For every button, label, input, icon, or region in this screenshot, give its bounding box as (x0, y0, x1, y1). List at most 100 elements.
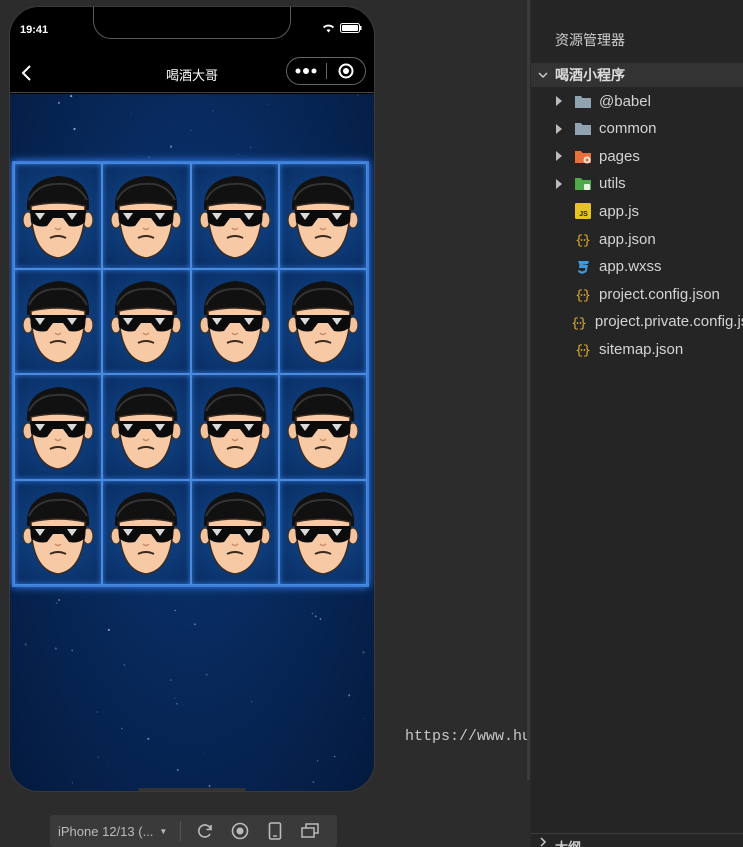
grid-tile[interactable] (102, 479, 191, 585)
file-tree-label: project.config.json (599, 285, 720, 303)
svg-text:{}: {} (575, 343, 591, 357)
file-tree-label: app.js (599, 202, 640, 220)
sunglasses-guy-icon (287, 386, 359, 470)
grid-tile[interactable] (102, 163, 191, 269)
panel-splitter[interactable] (527, 0, 530, 780)
file-tree-item[interactable]: utils (531, 171, 743, 197)
sunglasses-guy-icon (287, 281, 359, 365)
file-tree-item[interactable]: @babel (531, 88, 743, 114)
sunglasses-guy-icon (110, 175, 182, 259)
sunglasses-guy-icon (110, 386, 182, 470)
grid-tile[interactable] (102, 374, 191, 480)
multi-window-button[interactable] (292, 815, 327, 847)
tile-grid (12, 161, 369, 587)
sunglasses-guy-icon (22, 492, 94, 576)
grid-tile[interactable] (278, 374, 367, 480)
grid-tile[interactable] (278, 268, 367, 374)
file-tree-label: @babel (599, 92, 651, 110)
more-dots-icon (295, 68, 317, 74)
sunglasses-guy-icon (22, 386, 94, 470)
target-circle-icon (338, 63, 354, 79)
grid-tile[interactable] (14, 479, 103, 585)
simulator-toolbar: iPhone 12/13 (... ▼ (50, 815, 337, 847)
file-tree-label: project.private.config.json (594, 313, 743, 331)
sunglasses-guy-icon (199, 492, 271, 576)
stop-button[interactable] (222, 815, 257, 847)
battery-icon (340, 23, 362, 33)
chevron-down-icon (531, 69, 555, 81)
sunglasses-guy-icon (22, 281, 94, 365)
project-root[interactable]: 喝酒小程序 (531, 63, 743, 87)
file-tree-item[interactable]: {} project.config.json (531, 281, 743, 307)
file-tree-label: app.wxss (599, 258, 662, 276)
svg-text:{}: {} (575, 288, 591, 302)
js-file-icon: JS (573, 202, 593, 220)
file-tree-label: sitemap.json (599, 340, 684, 358)
rotate-button[interactable] (187, 815, 222, 847)
rotate-icon (197, 824, 212, 838)
svg-text:JS: JS (579, 211, 588, 218)
caret-down-icon: ▼ (159, 826, 168, 836)
close-program-button[interactable] (326, 58, 365, 84)
status-icons (322, 23, 362, 33)
grid-tile[interactable] (278, 479, 367, 585)
grid-tile[interactable] (14, 163, 103, 269)
wifi-icon (323, 24, 334, 33)
sunglasses-guy-icon (22, 175, 94, 259)
outline-label: 大纲 (555, 837, 581, 847)
folder-icon (573, 120, 593, 138)
grid-tile[interactable] (190, 268, 279, 374)
grid-tile[interactable] (102, 268, 191, 374)
game-content (10, 94, 374, 791)
json-file-icon: {} (573, 340, 593, 358)
home-indicator (138, 788, 246, 791)
svg-text:{}: {} (571, 316, 587, 330)
outline-section[interactable]: 大纲 (531, 833, 743, 847)
device-select[interactable]: iPhone 12/13 (... ▼ (50, 824, 180, 839)
phone-mode-button[interactable] (257, 815, 292, 847)
file-tree-label: common (599, 120, 657, 138)
stop-circle-icon (231, 822, 248, 840)
grid-tile[interactable] (190, 163, 279, 269)
file-tree-item[interactable]: {} project.private.config.json (531, 309, 743, 335)
file-tree-item[interactable]: {} sitemap.json (531, 336, 743, 362)
sunglasses-guy-icon (287, 492, 359, 576)
phone-icon (268, 822, 281, 840)
chevron-right-icon (531, 96, 573, 106)
json-file-icon: {} (569, 313, 589, 331)
folder-icon (573, 175, 593, 193)
sunglasses-guy-icon (110, 281, 182, 365)
json-file-icon: {} (573, 230, 593, 248)
grid-tile[interactable] (278, 163, 367, 269)
file-tree-label: pages (599, 147, 640, 165)
phone-frame: 19:41 喝酒大哥 (9, 6, 375, 792)
grid-tile[interactable] (14, 268, 103, 374)
file-tree-item[interactable]: pages (531, 143, 743, 169)
file-explorer: 资源管理器 喝酒小程序 @babel common pages utils JS app.… (531, 0, 743, 847)
file-tree-label: utils (599, 175, 626, 193)
sunglasses-guy-icon (110, 492, 182, 576)
file-tree-item[interactable]: app.wxss (531, 254, 743, 280)
folder-icon (573, 147, 593, 165)
file-tree-item[interactable]: JS app.js (531, 198, 743, 224)
windows-icon (300, 823, 319, 838)
file-tree-item[interactable]: {} app.json (531, 226, 743, 252)
phone-notch (93, 7, 291, 39)
chevron-right-icon (531, 123, 573, 134)
sunglasses-guy-icon (199, 175, 271, 259)
grid-tile[interactable] (14, 374, 103, 480)
json-file-icon: {} (573, 285, 593, 303)
mini-program-navbar: 喝酒大哥 (10, 53, 374, 93)
sunglasses-guy-icon (199, 386, 271, 470)
status-time: 19:41 (20, 24, 49, 36)
css-file-icon (573, 258, 593, 276)
more-button[interactable] (287, 58, 326, 84)
folder-icon (573, 92, 593, 110)
file-tree-item[interactable]: common (531, 116, 743, 142)
grid-tile[interactable] (190, 479, 279, 585)
file-tree-label: app.json (599, 230, 656, 248)
grid-tile[interactable] (190, 374, 279, 480)
simulator-pane: 19:41 喝酒大哥 iPhone 12/13 (... ▼ (0, 0, 702, 847)
sunglasses-guy-icon (287, 175, 359, 259)
toolbar-separator (180, 821, 181, 841)
